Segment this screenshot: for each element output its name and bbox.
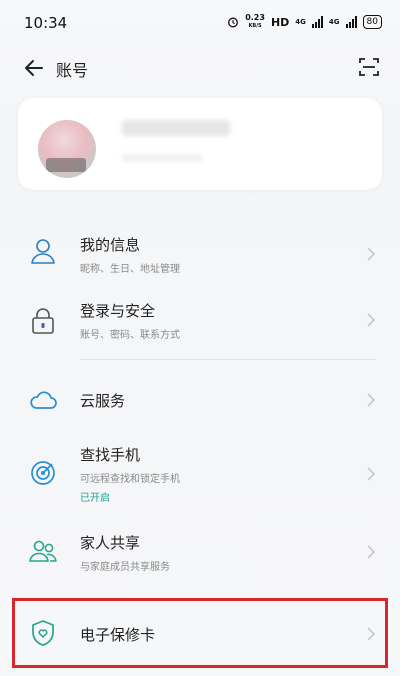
menu-item-title: 查找手机 (80, 446, 141, 464)
menu-item-subtitle: 昵称、生日、地址管理 (80, 264, 180, 275)
alarm-icon (228, 17, 239, 28)
status-time: 10:34 (24, 14, 68, 32)
menu-item-e-warranty-card[interactable]: 电子保修卡 (0, 602, 400, 664)
chevron-right-icon (367, 247, 376, 261)
menu-item-title: 云服务 (80, 392, 126, 410)
menu-item-subtitle: 与家庭成员共享服务 (80, 562, 170, 573)
chevron-right-icon (367, 393, 376, 407)
menu-item-title: 家人共享 (80, 534, 141, 552)
menu-item-title: 电子保修卡 (80, 626, 156, 644)
chevron-right-icon (367, 313, 376, 327)
signal-icon (311, 16, 323, 28)
divider (80, 359, 376, 360)
lock-icon (32, 308, 54, 334)
menu-item-cloud-service[interactable]: 云服务 (0, 370, 400, 430)
cloud-icon (30, 391, 57, 409)
profile-card[interactable] (18, 98, 382, 190)
blurred-account-id (122, 154, 202, 162)
menu-item-subtitle: 账号、密码、联系方式 (80, 330, 180, 341)
status-bar: 10:34 0.23 KB/S HD 4G 4G 80 (0, 0, 400, 44)
chevron-right-icon (367, 627, 376, 641)
scan-icon[interactable] (358, 56, 380, 78)
page-title: 账号 (56, 61, 89, 80)
person-icon (31, 239, 55, 264)
header: 账号 (0, 44, 400, 94)
avatar[interactable] (38, 120, 96, 178)
chevron-right-icon (367, 545, 376, 559)
shield-heart-icon (32, 620, 54, 646)
status-icons: 0.23 KB/S HD 4G 4G 80 (227, 14, 382, 30)
hd-label: HD (270, 15, 290, 29)
network-type-1: 4G (295, 18, 306, 26)
network-type-2: 4G (328, 18, 340, 26)
signal-icon-2 (345, 16, 357, 28)
menu-item-find-phone[interactable]: 查找手机 可远程查找和锁定手机 已开启 (0, 436, 400, 512)
family-icon (29, 540, 57, 562)
menu-item-login-security[interactable]: 登录与安全 账号、密码、联系方式 (0, 290, 400, 354)
target-icon (31, 461, 55, 485)
menu-item-title: 我的信息 (80, 236, 141, 254)
menu-item-my-info[interactable]: 我的信息 昵称、生日、地址管理 (0, 222, 400, 286)
back-arrow-icon[interactable] (22, 56, 46, 80)
blurred-account-name (122, 120, 230, 136)
menu-item-subtitle: 可远程查找和锁定手机 (80, 474, 180, 485)
find-phone-status: 已开启 (80, 493, 110, 504)
chevron-right-icon (367, 467, 376, 481)
menu-item-family-sharing[interactable]: 家人共享 与家庭成员共享服务 (0, 520, 400, 584)
network-speed: 0.23 KB/S (245, 13, 265, 30)
menu-item-title: 登录与安全 (80, 302, 156, 320)
battery-icon: 80 (362, 15, 382, 29)
